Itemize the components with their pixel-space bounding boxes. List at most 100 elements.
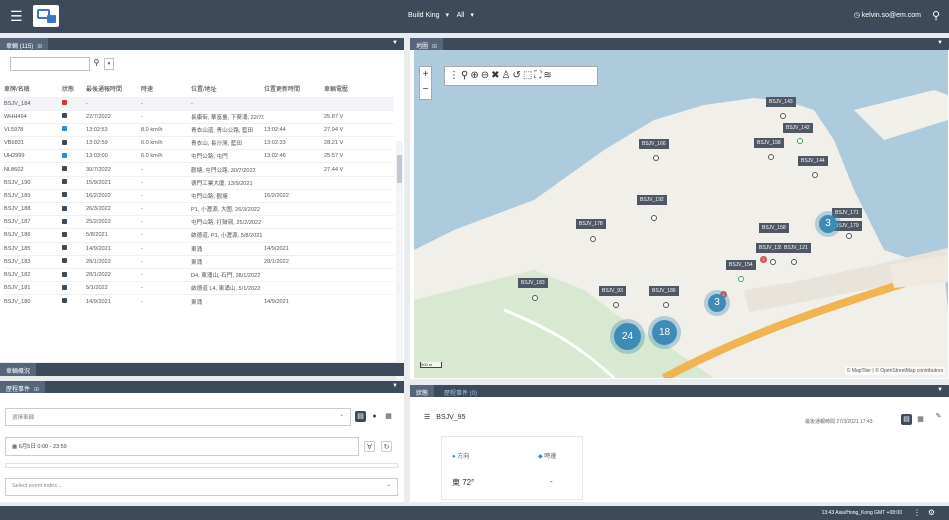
table-row[interactable]: BSJV_183 28/1/2022- 東涌 28/1/2022 [4,254,394,269]
table-row[interactable]: UH2999 13:03:00 6.0 km/h 屯門公路, 屯門 13:02:46 25… [4,149,394,163]
vehicle-name-cell: BSJV_187 [4,215,62,229]
panel-menu-icon[interactable]: ▼ [937,387,943,393]
user-email[interactable]: kelvin.so@em.com [862,12,921,19]
user-location-icon[interactable]: ♙ [502,70,513,81]
edit-icon[interactable]: ✎ [933,411,944,422]
table-row[interactable]: BSJV_188 26/3/2022- P1, 小瀝源, 大圍, 26/3/2022 [4,201,394,216]
status-indicator-icon [62,179,67,185]
table-row[interactable]: BSJV_181 5/1/2022- 啟德道 L4, 東涌山, 5/1/2022 [4,281,394,295]
table-scrollbar[interactable] [396,141,403,391]
tab-vehicles[interactable]: 車輛 (115) ⊞ [0,38,49,50]
calendar-icon[interactable]: ▦ [383,411,394,422]
search-icon[interactable]: ⚲ [91,58,102,70]
user-account[interactable]: ◷ kelvin.so@em.com [854,11,921,19]
table-row[interactable]: BSJV_184- - - [4,96,394,111]
status-cell [62,96,86,111]
select-icon[interactable]: ⬚ [523,70,534,81]
cross-icon[interactable]: ✖ [491,70,501,81]
panel-menu-icon[interactable]: ▼ [392,40,398,46]
report-time-cell: 28/1/2022 [86,254,141,269]
context-selector[interactable]: Build King ▾ All ▾ [408,11,480,19]
col-header-address[interactable]: 位置/地址 [191,81,264,97]
col-header-updated[interactable]: 位置更新時間 [264,81,324,97]
location-pin-icon[interactable]: ⚲ [461,70,470,81]
updated-time-cell [264,281,324,295]
table-row[interactable]: NL8602 30/7/2022- 觀塘, 屯門公路, 30/7/2022 27.44… [4,162,394,177]
map-attribution[interactable]: © MapTiler | © OpenStreetMap contributor… [844,367,945,375]
vehicle-cluster[interactable]: 18 [652,320,677,345]
map-canvas[interactable]: © MapTiler | © OpenStreetMap contributor… [414,50,948,378]
grid-view-button[interactable]: ▦ [915,414,926,425]
vehicle-search-input[interactable] [10,57,90,71]
zoom-in-icon[interactable]: ⊕ [470,70,480,81]
tab-history[interactable]: 歷程事件 ⊞ [0,381,46,393]
table-row[interactable]: BSJV_189 16/2/2022- 屯門山路, 觀塘 16/2/2022 [4,188,394,203]
status-cell [62,136,86,150]
zoom-out-button[interactable]: − [420,82,431,97]
zoom-out-icon[interactable]: ⊖ [481,70,491,81]
hamburger-icon[interactable]: ☰ [10,9,23,23]
vehicle-select[interactable]: 選擇車輛 ⌄ [5,408,351,426]
vehicle-cluster[interactable]: 3 [819,215,837,233]
vehicle-cluster[interactable]: 3 [708,294,726,312]
settings-icon[interactable]: ⚙ [928,508,935,517]
undo-icon[interactable]: ↺ [512,70,522,81]
group-select[interactable]: All [457,12,465,19]
list-view-button[interactable]: ▤ [901,414,912,425]
app-logo[interactable] [33,5,59,27]
direction-value: 東 72° [452,478,475,487]
col-header-time[interactable]: 最後通報時間 [86,81,141,97]
updated-time-cell: 28/1/2022 [264,254,324,269]
table-row[interactable]: BSJV_186 5/8/2021- 啟德道, P1, 小瀝源, 5/8/2021 [4,228,394,243]
table-row[interactable]: VB6831 13:02:59 6.0 km/h 青衣山, 長沙灣, 藍田 13:02:… [4,136,394,150]
speed-cell: - [141,281,191,295]
panel-menu-icon[interactable]: ▼ [937,40,943,46]
address-cell: 長康街, 華富臺, 下葵涌, 22/7/2022 [191,109,264,124]
speed-cell: - [141,162,191,177]
tab-history-events[interactable]: 歷程事件 (0) [438,385,483,397]
company-select[interactable]: Build King [408,12,440,19]
voltage-cell: 28.21 V [324,136,394,150]
alert-badge[interactable]: 2 [760,256,767,263]
updated-time-cell [264,109,324,124]
vehicle-name-cell: NL8602 [4,162,62,177]
filter-icon[interactable]: ∀ [364,441,375,452]
col-header-name[interactable]: 車牌/名稱 [4,81,62,97]
table-row[interactable]: VL5978 13:02:53 8.0 km/h 青衣山道, 青山公路, 藍田 13:0… [4,122,394,137]
report-time-cell: 30/7/2022 [86,162,141,177]
layers-icon[interactable]: ≋ [543,70,553,81]
zoom-in-button[interactable]: + [420,67,431,82]
vehicle-panel: 車輛 (115) ⊞ ▼ ⚲ ▾ 車牌/名稱 狀態 最後通報時間 時速 位置/地址… [0,38,404,391]
col-header-voltage[interactable]: 車輛電壓 [324,81,394,97]
panel-menu-icon[interactable]: ▼ [392,383,398,389]
col-header-status[interactable]: 狀態 [62,81,86,97]
status-indicator-icon [62,284,67,290]
updated-time-cell: 14/9/2021 [264,294,324,308]
speed-cell: 6.0 km/h [141,136,191,150]
tab-summary[interactable]: 車輛概況 [0,363,37,376]
list-view-button[interactable]: ▤ [355,411,366,422]
table-row[interactable]: BSJV_187 25/2/2022- 屯門山路, 打鼓嶺, 25/2/2022 [4,215,394,229]
vehicle-tabbar: 車輛 (115) ⊞ ▼ [0,38,404,50]
table-row[interactable]: BSJV_190 15/9/2021- 德門工業大廈, 13/9/2021 [4,175,394,190]
event-select[interactable]: Select event index... ⌄ [5,478,398,496]
drag-handle-icon[interactable]: ⋮ [449,70,461,81]
table-row[interactable]: BSJV_185 14/9/2021- 東涌 14/9/2021 [4,241,394,256]
search-icon[interactable]: ⚲ [932,9,940,22]
timeline-slider[interactable] [5,463,398,468]
tab-status[interactable]: 狀態 [410,385,435,397]
date-range-input[interactable]: ▦ 6月5日 0:00 - 23:59 [5,437,359,456]
table-row[interactable]: BSJV_180 14/9/2021- 東涌 14/9/2021 [4,294,394,308]
speed-cell: - [141,109,191,124]
table-row[interactable]: WHH494 22/7/2022-長康街, 華富臺, 下葵涌, 22/7/2022… [4,109,394,124]
refresh-icon[interactable]: ↻ [381,441,392,452]
fullscreen-icon[interactable]: ⛶ [534,70,543,81]
status-indicator-icon [62,271,67,277]
filter-dropdown[interactable]: ▾ [104,58,114,70]
vehicle-cluster[interactable]: 24 [614,323,641,350]
info-icon[interactable]: ⋮ [913,508,921,517]
col-header-speed[interactable]: 時速 [141,81,191,97]
table-row[interactable]: BSJV_182 28/1/2022- D4, 東涌山, 石門, 28/1/2022 [4,267,394,282]
tab-map[interactable]: 地圖 ⊞ [410,38,444,50]
clock-icon[interactable]: ● [369,411,380,422]
